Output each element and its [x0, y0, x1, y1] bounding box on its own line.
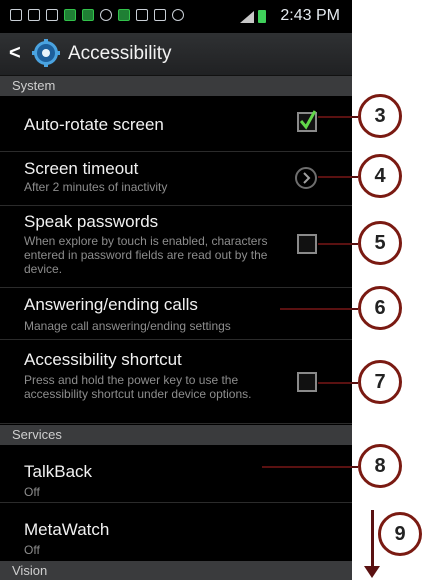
row-subtitle: Manage call answering/ending settings: [24, 319, 231, 333]
section-header-services: Services: [0, 425, 352, 445]
section-header-vision: Vision: [0, 561, 352, 580]
callout-6: 6: [358, 286, 402, 330]
scroll-down-arrow-head: [364, 566, 380, 578]
gear-icon: [32, 39, 60, 67]
callout-9: 9: [378, 512, 422, 556]
back-button[interactable]: <: [9, 42, 21, 65]
row-title: Answering/ending calls: [24, 295, 198, 314]
setting-auto-rotate[interactable]: Auto-rotate screen: [0, 96, 352, 152]
callout-7: 7: [358, 360, 402, 404]
gmail-icon: [46, 9, 58, 21]
row-subtitle: Press and hold the power key to use the …: [24, 373, 252, 401]
row-title: Auto-rotate screen: [24, 115, 164, 134]
nfc-icon: [154, 9, 166, 21]
callout-5-line: [318, 243, 358, 245]
phone-screen: 2:43 PM < Accessibility System Auto-rota…: [0, 0, 352, 580]
notification-icons: [10, 9, 184, 21]
callout-3: 3: [358, 94, 402, 138]
alarm-icon: [100, 9, 112, 21]
check-icon: [300, 110, 316, 130]
bluetooth-icon: [136, 9, 148, 21]
row-title: MetaWatch: [24, 520, 110, 539]
callout-3-line: [318, 116, 358, 118]
row-subtitle: When explore by touch is enabled, charac…: [24, 234, 268, 276]
row-subtitle: Off: [24, 485, 40, 499]
row-subtitle: After 2 minutes of inactivity: [24, 180, 168, 194]
callout-6-line: [280, 308, 358, 310]
title-bar: < Accessibility: [0, 33, 352, 76]
wifi-icon: [172, 9, 184, 21]
callout-5: 5: [358, 221, 402, 265]
section-header-system: System: [0, 76, 352, 96]
row-title: Speak passwords: [24, 212, 159, 231]
sync-icon: [64, 9, 76, 21]
setting-screen-timeout[interactable]: Screen timeout After 2 minutes of inacti…: [0, 152, 352, 206]
speak-passwords-checkbox[interactable]: [297, 234, 317, 254]
scroll-down-arrow: [371, 510, 374, 568]
row-subtitle: Off: [24, 543, 40, 557]
mail-icon: [28, 9, 40, 21]
callout-8: 8: [358, 444, 402, 488]
callout-4: 4: [358, 154, 402, 198]
accessibility-shortcut-checkbox[interactable]: [297, 372, 317, 392]
row-title: Accessibility shortcut: [24, 350, 182, 369]
setting-talkback[interactable]: TalkBack Off: [0, 445, 352, 503]
signal-icon: [240, 11, 254, 23]
callout-4-line: [318, 176, 358, 178]
chevron-right-icon: [303, 172, 311, 184]
download-icon: [118, 9, 130, 21]
row-title: Screen timeout: [24, 159, 139, 178]
setting-accessibility-shortcut[interactable]: Accessibility shortcut Press and hold th…: [0, 340, 352, 424]
usb-icon: [10, 9, 22, 21]
chevron-right-icon: [295, 167, 317, 189]
update-icon: [82, 9, 94, 21]
page-title: Accessibility: [68, 43, 172, 64]
status-time: 2:43 PM: [280, 7, 340, 24]
setting-metawatch[interactable]: MetaWatch Off: [0, 503, 352, 561]
battery-icon: [258, 10, 266, 23]
setting-answering-ending-calls[interactable]: Answering/ending calls Manage call answe…: [0, 288, 352, 340]
setting-speak-passwords[interactable]: Speak passwords When explore by touch is…: [0, 206, 352, 288]
callout-8-line: [262, 466, 358, 468]
status-bar: 2:43 PM: [0, 0, 352, 33]
callout-7-line: [318, 382, 358, 384]
auto-rotate-checkbox[interactable]: [297, 110, 317, 132]
row-title: TalkBack: [24, 462, 93, 481]
